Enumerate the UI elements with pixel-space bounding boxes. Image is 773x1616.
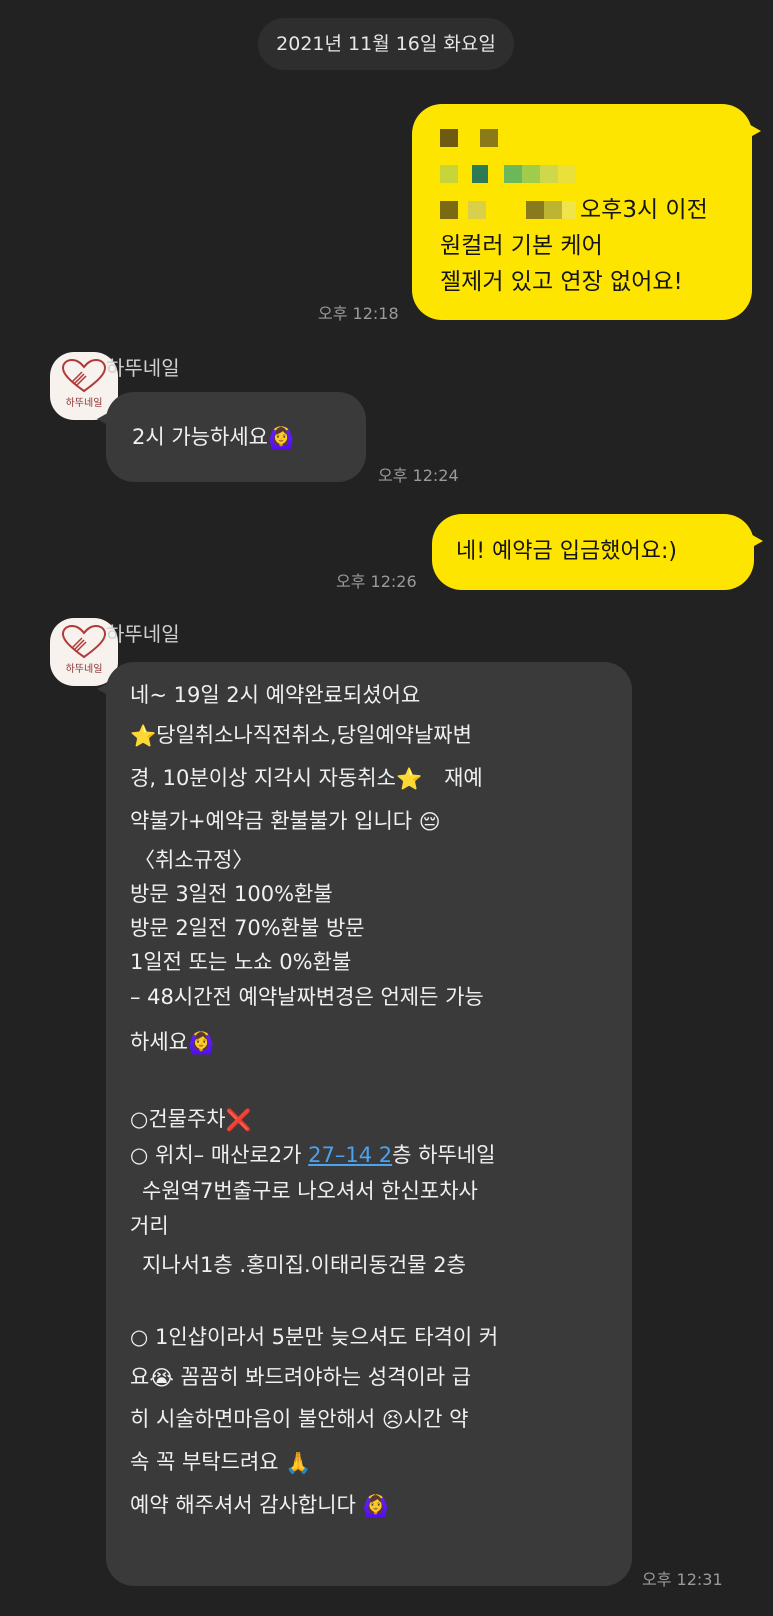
woman-gesturing-ok-emoji: 🙆‍♀️ [362, 1494, 389, 1518]
message-line: ⭐당일취소나직전취소,당일예약날짜변 [130, 714, 612, 757]
message-line: 요😭 꼼꼼히 봐드려야하는 성격이라 급 [130, 1357, 612, 1398]
message-text: 젤제거 있고 연장 없어요! [440, 269, 683, 295]
message-line: ○건물주차❌ [130, 1102, 612, 1137]
message-line: 방문 2일전 70%환불 방문 [130, 916, 365, 940]
message-line: 〈취소규정〉 [134, 848, 254, 872]
message-line: 경, 10분이상 지각시 자동취소⭐ 재예 [130, 757, 612, 800]
message-text: 원컬러 기본 케어 [440, 233, 603, 259]
their-message-bubble[interactable]: 2시 가능하세요🙆‍♀️ [97, 392, 366, 482]
folded-hands-emoji: 🙏 [285, 1451, 312, 1475]
message-timestamp: 오후 12:18 [318, 304, 399, 323]
message-line: – 48시간전 예약날짜변경은 언제든 가능 [130, 985, 484, 1009]
star-emoji: ⭐ [130, 724, 157, 748]
message-line: 약불가+예약금 환불불가 입니다 😔 [130, 800, 612, 843]
message-line: 1일전 또는 노쇼 0%환불 [130, 950, 352, 974]
confounded-face-emoji: 😣 [381, 1408, 404, 1432]
message-line: 하세요🙆‍♀️ [130, 1019, 612, 1066]
message-line: 네~ 19일 2시 예약완료되셨어요 [130, 683, 421, 707]
message-text: 2시 가능하세요 [132, 425, 268, 449]
their-message-bubble[interactable]: 네~ 19일 2시 예약완료되셨어요 ⭐당일취소나직전취소,당일예약날짜변 경,… [97, 662, 632, 1586]
sender-name: 하뚜네일 [106, 356, 180, 380]
date-divider: 2021년 11월 16일 화요일 [258, 18, 514, 70]
heart-logo-icon [61, 358, 107, 393]
woman-gesturing-ok-emoji: 🙆‍♀️ [187, 1031, 215, 1055]
avatar-shop-name: 하뚜네일 [65, 398, 103, 409]
my-message-bubble[interactable]: 네! 예약금 입금했어요:) [432, 514, 763, 590]
censored-mosaic [440, 120, 730, 156]
star-emoji: ⭐ [395, 767, 423, 791]
pensive-face-emoji: 😔 [418, 810, 441, 834]
sender-name: 하뚜네일 [106, 622, 180, 646]
crying-face-emoji: 😭 [149, 1366, 174, 1390]
message-line: ○ 1인샵이라서 5분만 늦으셔도 타격이 커 [130, 1325, 499, 1349]
message-line: 속 꼭 부탁드려요 🙏 [130, 1441, 612, 1484]
message-line: ○ 위치– 매산로2가 27–14 2층 하뚜네일 [130, 1143, 496, 1167]
message-timestamp: 오후 12:31 [642, 1570, 723, 1589]
message-line: 지나서1층 .홍미집.이태리동건물 2층 [142, 1253, 466, 1277]
message-line: 수원역7번출구로 나오셔서 한신포차사 [142, 1179, 478, 1203]
cross-mark-emoji: ❌ [225, 1108, 252, 1132]
woman-gesturing-ok-emoji: 🙆‍♀️ [267, 426, 295, 450]
message-text: 네! 예약금 입금했어요:) [456, 539, 677, 564]
message-line: 히 시술하면마음이 불안해서 😣시간 약 [130, 1398, 612, 1441]
heart-logo-icon [61, 624, 107, 659]
address-link[interactable]: 27–14 2 [308, 1143, 392, 1167]
message-timestamp: 오후 12:24 [378, 466, 459, 485]
message-line: 거리 [130, 1214, 169, 1238]
my-message-bubble[interactable]: 오후3시 이전 원컬러 기본 케어 젤제거 있고 연장 없어요! [412, 104, 761, 320]
censored-mosaic [440, 156, 730, 192]
message-line: 방문 3일전 100%환불 [130, 882, 333, 906]
message-line: 예약 해주셔서 감사합니다 🙆‍♀️ [130, 1484, 612, 1527]
message-text: 오후3시 이전 [580, 197, 708, 223]
avatar-shop-name: 하뚜네일 [65, 664, 103, 675]
message-timestamp: 오후 12:26 [336, 572, 417, 591]
